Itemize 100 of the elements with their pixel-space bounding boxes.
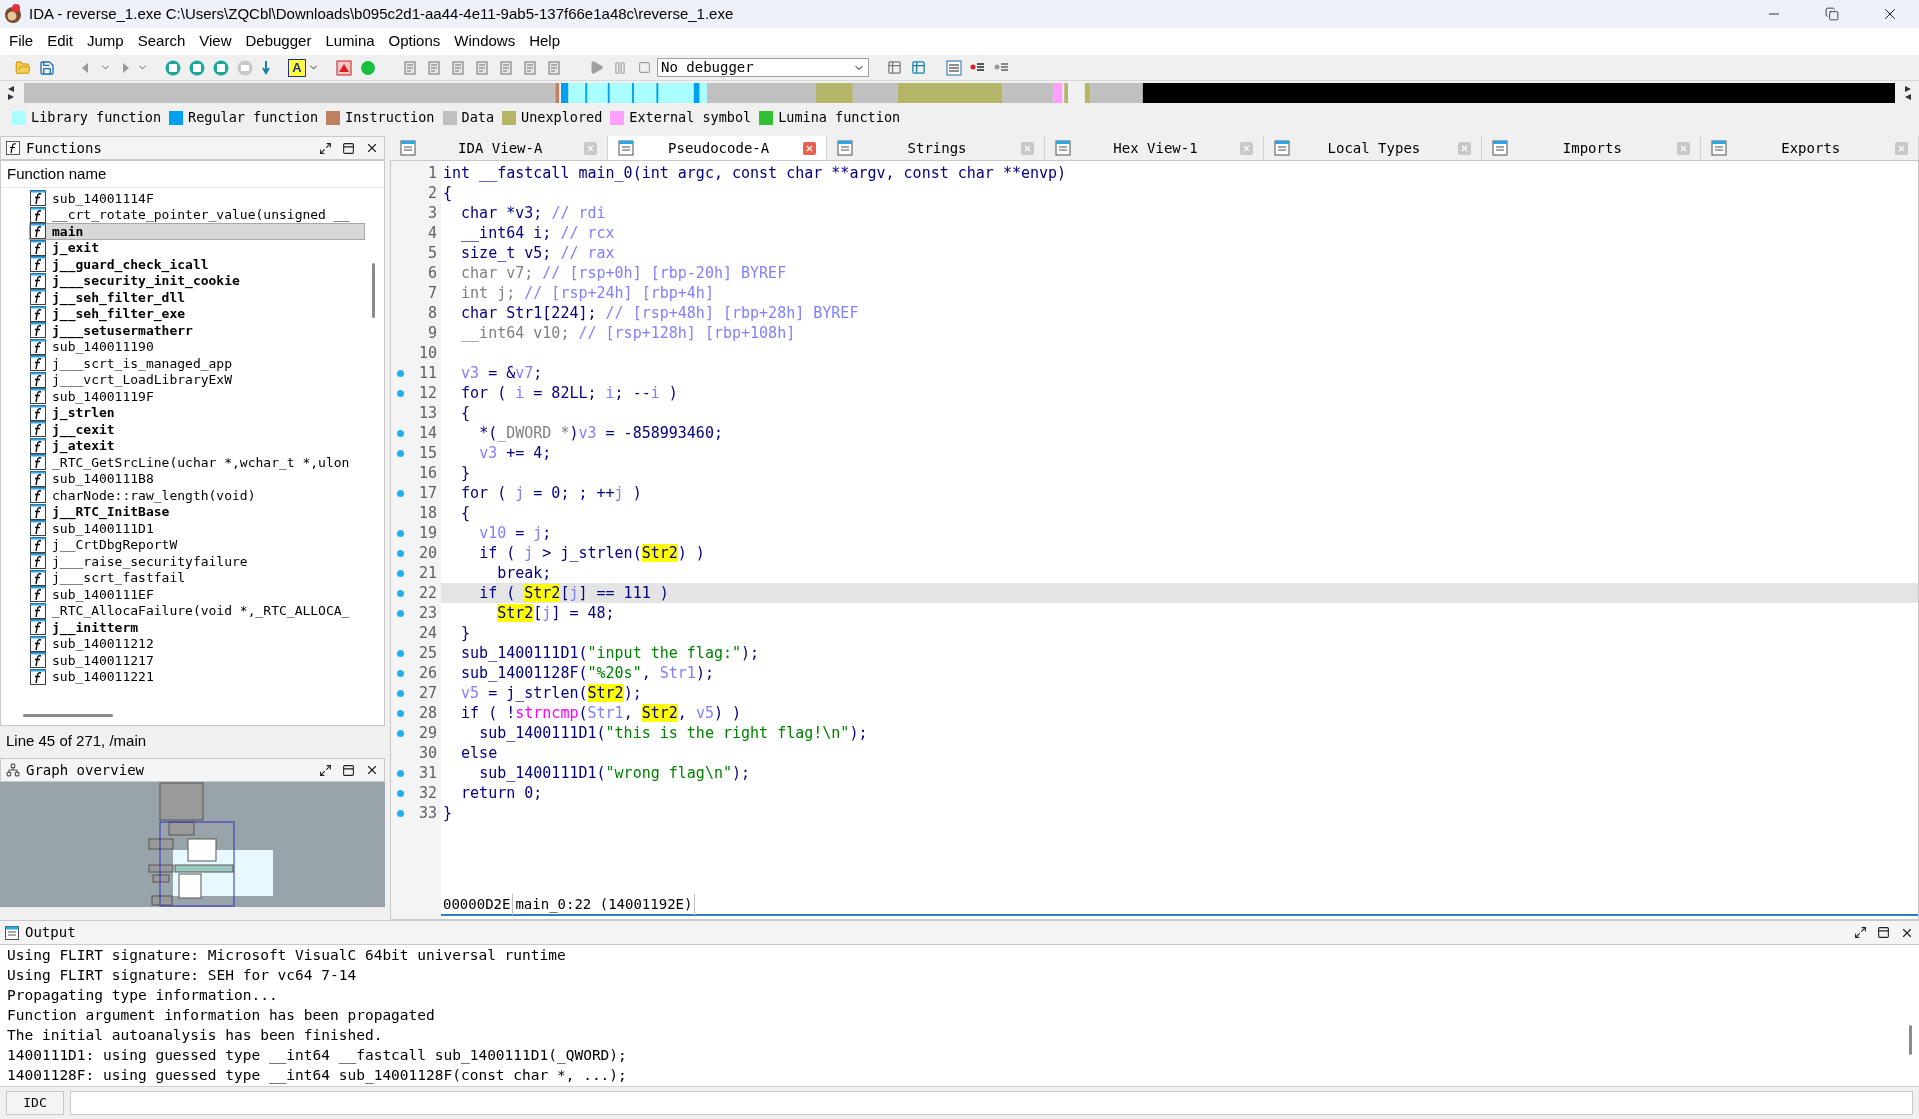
view-icon[interactable] <box>188 58 206 77</box>
function-list-item[interactable]: _RTC_GetSrcLine(uchar *,wchar_t *,ulon <box>29 454 365 471</box>
idc-button[interactable]: IDC <box>6 1091 64 1115</box>
function-list-item[interactable]: j___scrt_is_managed_app <box>29 355 365 372</box>
code-tool-icon[interactable] <box>522 59 538 76</box>
tab-close-icon[interactable] <box>1676 141 1690 155</box>
code-tool-icon[interactable] <box>474 59 490 76</box>
function-list-item[interactable]: sub_1400111EF <box>29 586 365 603</box>
line-marker-icon <box>397 669 404 677</box>
maximize-icon[interactable] <box>319 763 332 777</box>
function-list-item[interactable]: j___raise_securityfailure <box>29 553 365 570</box>
tab-close-icon[interactable] <box>802 141 816 155</box>
scrollbar-thumb[interactable] <box>23 714 113 717</box>
command-field[interactable] <box>70 1091 1913 1115</box>
function-list-item[interactable]: j_atexit <box>29 437 365 454</box>
pause-icon[interactable] <box>613 60 627 75</box>
function-list-item[interactable]: j__RTC_InitBase <box>29 503 365 520</box>
code-tool-icon[interactable] <box>450 59 466 76</box>
navigation-band-drawing[interactable] <box>24 83 1895 103</box>
menu-item[interactable]: Debugger <box>238 29 319 54</box>
column-header[interactable]: Function name <box>1 161 384 188</box>
function-list-item[interactable]: j___scrt_fastfail <box>29 569 365 586</box>
code-tool-icon[interactable] <box>546 59 562 76</box>
function-list-item[interactable]: sub_14001119F <box>29 388 365 405</box>
tab-close-icon[interactable] <box>584 141 598 155</box>
function-list-item[interactable]: sub_140011221 <box>29 668 365 685</box>
view-icon[interactable] <box>212 58 230 77</box>
graph-icon[interactable] <box>236 58 254 77</box>
function-icon <box>30 470 46 487</box>
function-list-item[interactable]: j_exit <box>29 239 365 256</box>
tab-close-icon[interactable] <box>1458 141 1472 155</box>
function-list-item[interactable]: j__cexit <box>29 421 365 438</box>
decompile-icon[interactable] <box>910 60 926 75</box>
status-text: Line 45 of 271, /main <box>5 730 148 751</box>
float-icon[interactable] <box>342 763 355 777</box>
code-tool-icon[interactable] <box>498 59 514 76</box>
scrollbar-thumb[interactable] <box>1909 1025 1912 1055</box>
menu-item[interactable]: Jump <box>80 29 131 54</box>
save-icon[interactable] <box>39 59 55 76</box>
panel-title: Output <box>25 923 76 942</box>
stop-icon[interactable] <box>637 61 651 74</box>
menu-item[interactable]: Windows <box>447 29 523 54</box>
debugger-dropdown[interactable]: No debugger <box>657 58 869 77</box>
function-list-item[interactable]: j___security_init_cookie <box>29 272 365 289</box>
menu-item[interactable]: Help <box>522 29 567 54</box>
function-icon <box>6 141 20 155</box>
scrollbar-thumb[interactable] <box>372 263 375 318</box>
scroll-arrows-icon[interactable] <box>6 84 16 102</box>
float-icon[interactable] <box>1877 926 1890 939</box>
function-list-item[interactable]: main <box>29 223 365 240</box>
code-line: sub_14001128F("%20s", Str1); <box>460 663 714 683</box>
function-list-item[interactable]: j__CrtDbgReportW <box>29 536 365 553</box>
menu-item[interactable]: Search <box>130 29 193 54</box>
list-icon[interactable] <box>946 59 962 76</box>
decompile-icon[interactable] <box>886 60 902 75</box>
function-list-item[interactable]: j__initterm <box>29 619 365 636</box>
function-list-item[interactable]: sub_1400111B8 <box>29 470 365 487</box>
maximize-icon[interactable] <box>1854 926 1867 939</box>
function-list-item[interactable]: sub_14001114F <box>29 190 365 207</box>
close-icon[interactable] <box>365 141 379 155</box>
tab[interactable]: Pseudocode-A <box>608 136 827 160</box>
function-list-item[interactable]: sub_1400111D1 <box>29 520 365 537</box>
menu-item[interactable]: Lumina <box>318 29 382 54</box>
code-line: { <box>460 503 471 523</box>
code-line: sub_1400111D1("input the flag:"); <box>460 643 760 663</box>
maximize-icon[interactable] <box>319 141 332 155</box>
function-list-item[interactable]: j__guard_check_icall <box>29 256 365 273</box>
function-list-item[interactable]: j_strlen <box>29 404 365 421</box>
run-icon[interactable] <box>588 60 604 75</box>
tab-close-icon[interactable] <box>1021 141 1035 155</box>
function-icon <box>30 371 46 388</box>
function-list-item[interactable]: charNode::raw_length(void) <box>29 487 365 504</box>
scroll-arrows-icon[interactable] <box>1903 84 1913 102</box>
tab-close-icon[interactable] <box>1239 141 1253 155</box>
menu-item[interactable]: View <box>192 29 239 54</box>
menu-item[interactable]: Options <box>381 29 448 54</box>
code-tool-icon[interactable] <box>402 59 418 76</box>
close-icon[interactable] <box>365 763 379 777</box>
font-button[interactable]: A <box>288 58 306 77</box>
function-list-item[interactable]: j__seh_filter_dll <box>29 289 365 306</box>
graph-overview-drawing[interactable] <box>0 782 385 907</box>
function-icon <box>30 437 46 454</box>
function-list-item[interactable]: j__seh_filter_exe <box>29 305 365 322</box>
open-icon[interactable] <box>15 59 31 76</box>
function-list-item[interactable]: sub_140011217 <box>29 652 365 669</box>
function-list-item[interactable]: _RTC_AllocaFailure(void *,_RTC_ALLOCA_ <box>29 602 365 619</box>
code-tool-icon[interactable] <box>426 59 442 76</box>
stop-icon[interactable] <box>336 59 352 76</box>
menu-item[interactable]: File <box>2 29 41 54</box>
menu-item[interactable]: Edit <box>40 29 81 54</box>
function-list-item[interactable]: sub_140011190 <box>29 338 365 355</box>
function-list-item[interactable]: sub_140011212 <box>29 635 365 652</box>
restore-icon[interactable] <box>1825 7 1839 21</box>
view-icon[interactable] <box>164 58 182 77</box>
status-icon[interactable] <box>360 59 376 76</box>
tab-close-icon[interactable] <box>1894 141 1908 155</box>
float-icon[interactable] <box>342 141 355 155</box>
function-list-item[interactable]: __crt_rotate_pointer_value(unsigned __ <box>29 206 365 223</box>
function-list-item[interactable]: j___setusermatherr <box>29 322 365 339</box>
function-list-item[interactable]: j___vcrt_LoadLibraryExW <box>29 371 365 388</box>
